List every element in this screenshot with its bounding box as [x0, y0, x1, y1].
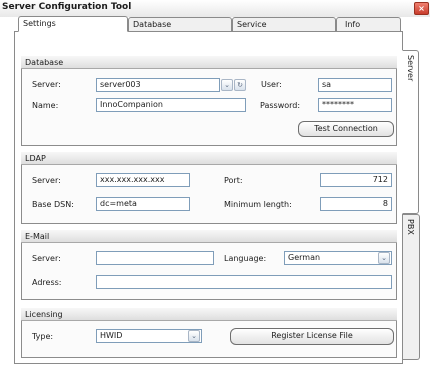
- ldap-port-label: Port:: [224, 176, 243, 185]
- tab-label: Database: [133, 20, 172, 29]
- db-server-label: Server:: [32, 80, 61, 89]
- db-name-field[interactable]: InnoCompanion: [96, 98, 246, 112]
- license-type-select[interactable]: HWID: [96, 329, 202, 343]
- ldap-basedn-label: Base DSN:: [32, 200, 74, 209]
- db-user-field[interactable]: sa: [318, 78, 392, 92]
- license-type-dropdown-button[interactable]: ⌄: [188, 330, 200, 342]
- register-license-file-button[interactable]: Register License File: [230, 328, 394, 345]
- db-password-field[interactable]: ********: [318, 98, 392, 112]
- window-title: Server Configuration Tool: [2, 2, 132, 12]
- refresh-icon: ↻: [237, 81, 243, 89]
- email-group-header: E-Mail: [21, 230, 397, 243]
- database-group-header: Database: [21, 56, 397, 69]
- db-password-label: Password:: [260, 101, 301, 110]
- tab-label: Settings: [23, 19, 56, 28]
- side-tab-label: Server: [406, 55, 415, 82]
- side-tab-server[interactable]: Server: [402, 50, 419, 214]
- close-button[interactable]: ×: [414, 2, 429, 15]
- ldap-minlength-label: Minimum length:: [224, 200, 292, 209]
- tab-label: Info: [345, 20, 361, 29]
- ldap-server-field[interactable]: xxx.xxx.xxx.xxx: [96, 173, 190, 187]
- tab-label: Service: [237, 20, 267, 29]
- email-server-label: Server:: [32, 254, 61, 263]
- chevron-down-icon: ⌄: [224, 81, 230, 89]
- ldap-basedn-field[interactable]: dc=meta: [96, 197, 190, 211]
- licensing-group-header: Licensing: [21, 308, 397, 321]
- test-connection-button[interactable]: Test Connection: [298, 121, 394, 137]
- ldap-server-label: Server:: [32, 176, 61, 185]
- license-type-label: Type:: [32, 332, 54, 341]
- tab-database[interactable]: Database: [128, 17, 232, 31]
- email-language-select[interactable]: German: [284, 251, 392, 265]
- email-language-label: Language:: [224, 254, 267, 263]
- chevron-down-icon: ⌄: [381, 254, 387, 262]
- ldap-minlength-field[interactable]: 8: [320, 197, 392, 211]
- tab-settings[interactable]: Settings: [18, 16, 128, 32]
- chevron-down-icon: ⌄: [191, 332, 197, 340]
- db-server-dropdown-button[interactable]: ⌄: [221, 79, 233, 91]
- ldap-group-header: LDAP: [21, 152, 397, 165]
- email-server-field[interactable]: [96, 251, 214, 265]
- email-address-field[interactable]: [96, 275, 392, 289]
- ldap-port-field[interactable]: 712: [320, 173, 392, 187]
- email-address-label: Adress:: [32, 278, 62, 287]
- db-user-label: User:: [261, 80, 282, 89]
- db-name-label: Name:: [32, 101, 59, 110]
- tab-info[interactable]: Info: [336, 17, 401, 31]
- email-language-dropdown-button[interactable]: ⌄: [378, 252, 390, 264]
- side-tab-label: PBX: [406, 219, 415, 235]
- side-tab-pbx[interactable]: PBX: [403, 214, 420, 360]
- db-server-refresh-button[interactable]: ↻: [234, 79, 246, 91]
- tab-service[interactable]: Service: [232, 17, 336, 31]
- db-server-combo[interactable]: server003: [96, 78, 220, 92]
